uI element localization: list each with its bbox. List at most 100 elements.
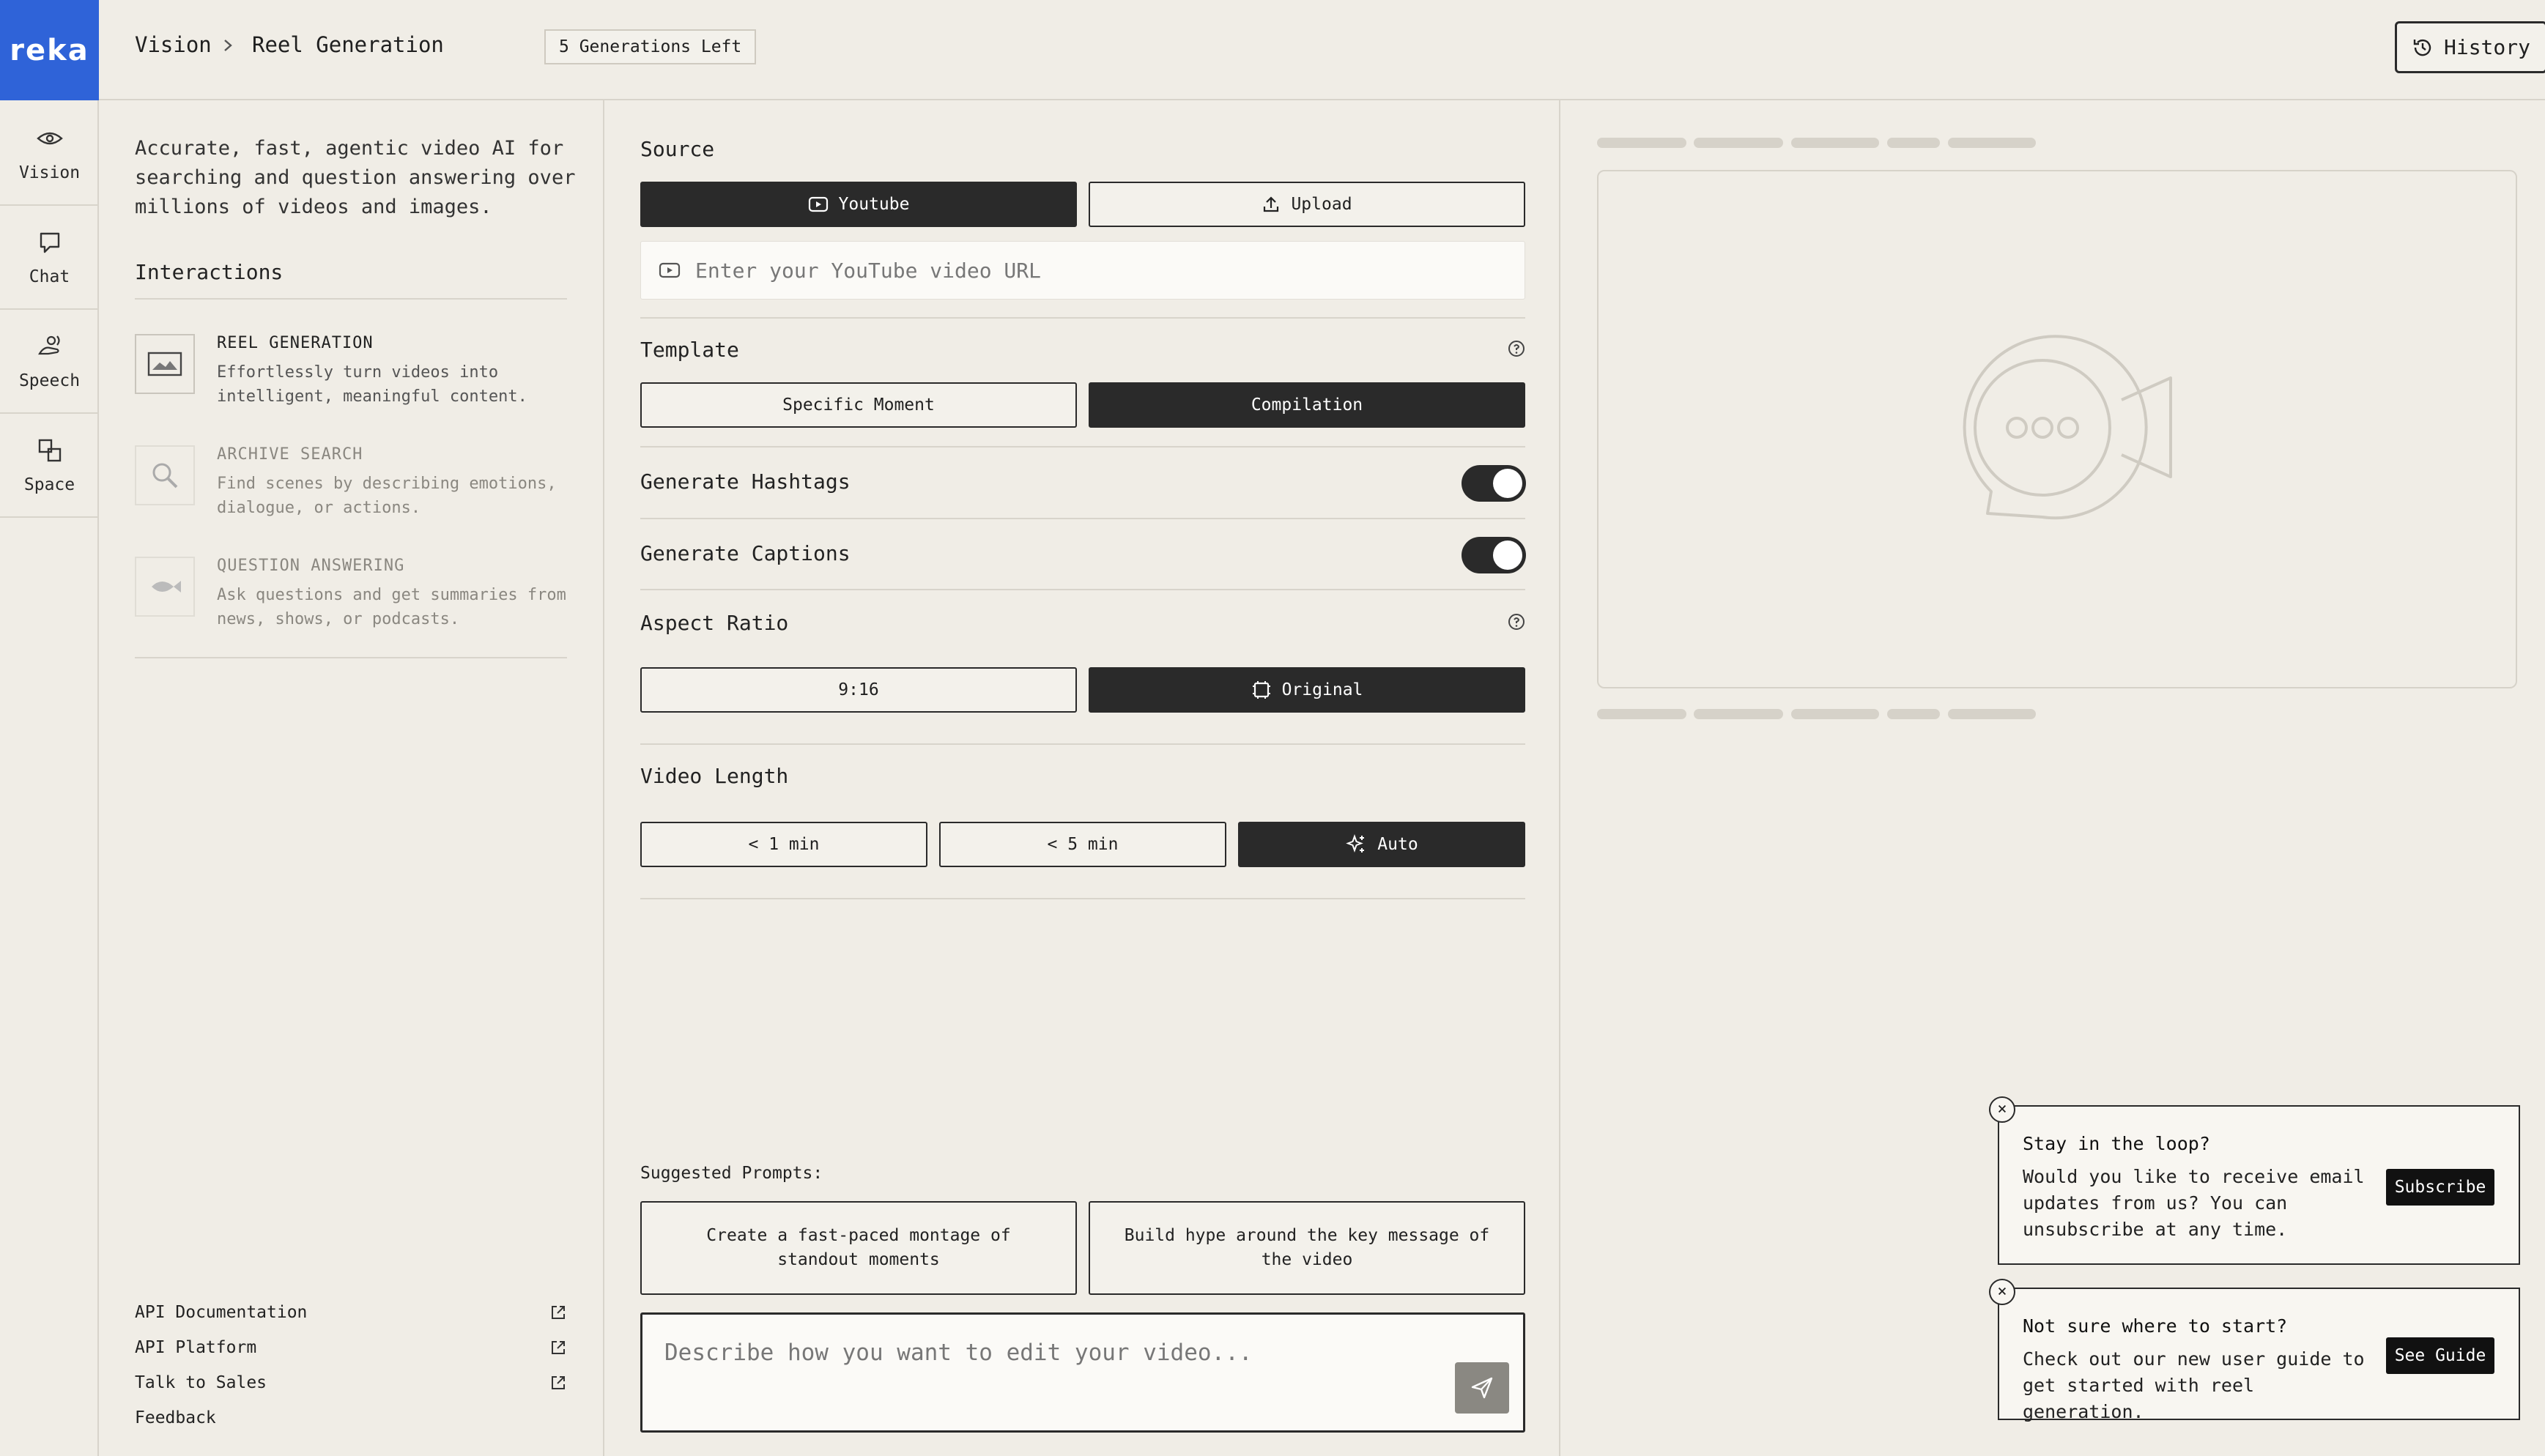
- guide-popup: × Not sure where to start? Check out our…: [1989, 1279, 2520, 1422]
- popup-body: Would you like to receive email updates …: [2023, 1166, 2365, 1240]
- popup-body: Check out our new user guide to get star…: [2023, 1348, 2365, 1422]
- send-button[interactable]: [1455, 1362, 1509, 1414]
- button-label: Youtube: [838, 195, 910, 214]
- skeleton-bar: [1694, 138, 1783, 148]
- breadcrumb-reel-generation: Reel Generation: [252, 32, 444, 57]
- divider: [640, 743, 1525, 745]
- hashtags-label: Generate Hashtags: [640, 469, 851, 494]
- reka-logo[interactable]: reka: [0, 0, 99, 100]
- top-bar: Vision Reel Generation 5 Generations Lef…: [99, 0, 2545, 100]
- length-1-min-button[interactable]: < 1 min: [640, 822, 927, 867]
- edit-prompt-box[interactable]: [640, 1312, 1525, 1433]
- divider: [135, 298, 567, 300]
- aspect-9-16-button[interactable]: 9:16: [640, 667, 1077, 713]
- suggested-prompt-card[interactable]: Create a fast-paced montage of standout …: [640, 1201, 1077, 1295]
- footer-link-feedback[interactable]: Feedback: [135, 1408, 567, 1427]
- help-icon[interactable]: [1508, 340, 1525, 357]
- interaction-archive-search[interactable]: ARCHIVE SEARCH Find scenes by describing…: [135, 445, 567, 548]
- speech-icon: [37, 335, 60, 355]
- youtube-url-field[interactable]: [640, 241, 1525, 300]
- subscribe-popup: × Stay in the loop? Would you like to re…: [1989, 1096, 2520, 1265]
- suggested-prompt-card[interactable]: Build hype around the key message of the…: [1089, 1201, 1525, 1295]
- source-upload-button[interactable]: Upload: [1089, 182, 1525, 227]
- button-label: Original: [1281, 680, 1363, 699]
- edit-prompt-input[interactable]: [664, 1340, 1412, 1413]
- video-preview-placeholder: [1597, 170, 2517, 688]
- nav-label: Vision: [18, 163, 81, 182]
- logo-text: reka: [10, 33, 89, 67]
- divider: [640, 898, 1525, 899]
- magnifier-icon: [135, 445, 195, 505]
- button-label: Compilation: [1251, 395, 1363, 415]
- source-label: Source: [640, 137, 715, 161]
- external-link-icon: [552, 1341, 565, 1354]
- space-icon: [38, 439, 61, 462]
- length-5-min-button[interactable]: < 5 min: [939, 822, 1226, 867]
- nav-item-space[interactable]: Space: [0, 414, 99, 518]
- interactions-title: Interactions: [135, 260, 284, 284]
- nav-label: Chat: [29, 267, 70, 286]
- divider: [640, 317, 1525, 319]
- chevron-right-icon: [224, 40, 232, 51]
- skeleton-bar: [1694, 709, 1783, 719]
- chat-bubble-icon: [40, 232, 59, 253]
- interaction-title: ARCHIVE SEARCH: [217, 445, 363, 464]
- nav-label: Space: [23, 475, 75, 494]
- footer-link-api-platform[interactable]: API Platform: [135, 1338, 567, 1357]
- send-icon: [1471, 1377, 1493, 1399]
- divider: [640, 518, 1525, 519]
- hashtags-toggle[interactable]: [1462, 465, 1526, 502]
- close-icon[interactable]: ×: [1989, 1279, 2015, 1305]
- template-compilation-button[interactable]: Compilation: [1089, 382, 1525, 428]
- video-length-label: Video Length: [640, 764, 789, 788]
- nav-item-chat[interactable]: Chat: [0, 206, 99, 310]
- interaction-question-answering[interactable]: QUESTION ANSWERING Ask questions and get…: [135, 557, 567, 659]
- button-label: Specific Moment: [782, 395, 935, 415]
- source-youtube-button[interactable]: Youtube: [640, 182, 1077, 227]
- divider: [135, 657, 567, 658]
- nav-item-speech[interactable]: Speech: [0, 310, 99, 414]
- interaction-title: REEL GENERATION: [217, 334, 374, 352]
- footer-link-api-documentation[interactable]: API Documentation: [135, 1303, 567, 1322]
- generations-left-badge: 5 Generations Left: [544, 29, 757, 64]
- button-label: Auto: [1377, 835, 1418, 854]
- external-link-icon: [552, 1306, 565, 1319]
- popup-title: Stay in the loop?: [2023, 1133, 2210, 1154]
- external-link-icon: [552, 1376, 565, 1389]
- interaction-desc: Find scenes by describing emotions, dial…: [217, 475, 557, 517]
- left-panel: Accurate, fast, agentic video AI for sea…: [99, 100, 604, 1456]
- footer-link-talk-to-sales[interactable]: Talk to Sales: [135, 1373, 567, 1392]
- close-icon[interactable]: ×: [1989, 1096, 2015, 1123]
- skeleton-bar: [1791, 709, 1879, 719]
- breadcrumb-vision[interactable]: Vision: [135, 32, 212, 57]
- footer-link-label: API Platform: [135, 1338, 257, 1357]
- divider: [640, 446, 1525, 447]
- suggested-prompts-label: Suggested Prompts:: [640, 1164, 823, 1183]
- history-button[interactable]: History: [2395, 21, 2545, 73]
- footer-link-label: Talk to Sales: [135, 1373, 267, 1392]
- subscribe-button[interactable]: Subscribe: [2386, 1169, 2494, 1206]
- see-guide-button[interactable]: See Guide: [2386, 1337, 2494, 1374]
- aspect-original-button[interactable]: Original: [1089, 667, 1525, 713]
- button-label: < 5 min: [1047, 835, 1119, 854]
- interaction-reel-generation[interactable]: REEL GENERATION Effortlessly turn videos…: [135, 334, 567, 437]
- template-label: Template: [640, 338, 739, 362]
- video-chat-placeholder-icon: [1963, 335, 2172, 520]
- length-auto-button[interactable]: Auto: [1238, 822, 1525, 867]
- history-icon: [2413, 39, 2431, 56]
- skeleton-bar: [1791, 138, 1879, 148]
- nav-item-vision[interactable]: Vision: [0, 102, 99, 206]
- captions-toggle[interactable]: [1462, 537, 1526, 573]
- nav-rail: reka Vision Chat Speech Space: [0, 0, 99, 1456]
- crop-frame-icon: [1252, 681, 1270, 699]
- aspect-ratio-label: Aspect Ratio: [640, 611, 789, 635]
- youtube-icon: [659, 262, 681, 278]
- interaction-desc: Effortlessly turn videos into intelligen…: [217, 363, 527, 406]
- youtube-url-input[interactable]: [695, 258, 1501, 283]
- video-frame-icon: [135, 334, 195, 394]
- upload-icon: [1264, 196, 1279, 212]
- popup-title: Not sure where to start?: [2023, 1315, 2288, 1337]
- template-specific-moment-button[interactable]: Specific Moment: [640, 382, 1077, 428]
- youtube-icon: [808, 196, 828, 212]
- help-icon[interactable]: [1508, 613, 1525, 631]
